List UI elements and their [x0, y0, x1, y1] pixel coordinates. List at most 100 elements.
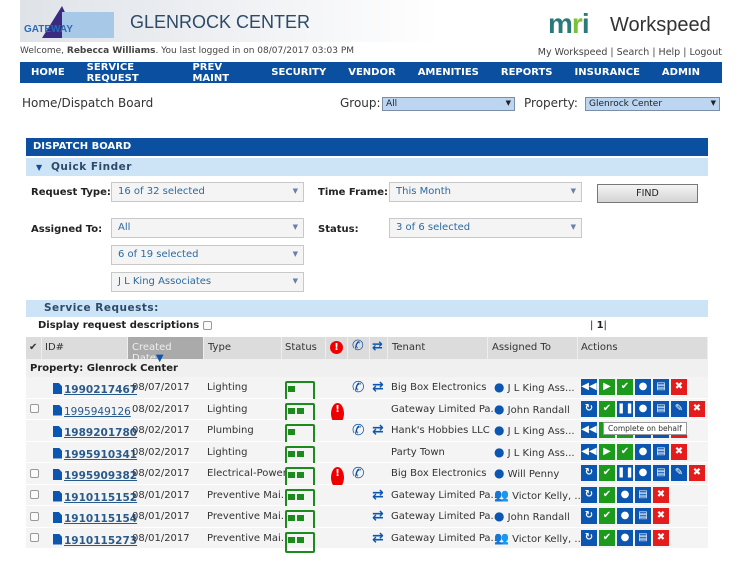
nav-vendor[interactable]: VENDOR: [348, 67, 395, 78]
edit-button[interactable]: ✎: [671, 400, 687, 417]
pause-button[interactable]: ❚❚: [617, 400, 634, 417]
refresh-button[interactable]: ↻: [581, 508, 597, 524]
transfer-icon[interactable]: ⇄: [372, 487, 384, 508]
rewind-button[interactable]: ◀◀: [581, 379, 597, 395]
nav-insurance[interactable]: INSURANCE: [575, 67, 640, 78]
print-button[interactable]: ▤: [653, 379, 669, 395]
person-icon: ●: [494, 380, 505, 394]
print-button[interactable]: ▤: [635, 486, 651, 503]
time-frame-dropdown[interactable]: This Month: [389, 182, 582, 202]
edit-button[interactable]: ✎: [671, 465, 687, 481]
comment-button[interactable]: ●: [635, 465, 651, 481]
select-all-check-icon[interactable]: ✔: [26, 337, 42, 359]
nav-home[interactable]: HOME: [31, 67, 65, 78]
col-status[interactable]: Status: [282, 337, 326, 359]
request-id-link[interactable]: 1910115273: [53, 533, 137, 555]
rewind-button[interactable]: ◀◀: [581, 422, 597, 438]
breadcrumb: Home/Dispatch Board: [22, 96, 154, 110]
link-logout[interactable]: Logout: [689, 47, 722, 58]
nav-admin[interactable]: ADMIN: [662, 67, 700, 78]
check-button[interactable]: ✔: [599, 486, 615, 503]
row-checkbox[interactable]: [30, 468, 39, 478]
check-button[interactable]: ✔: [599, 400, 615, 417]
row-checkbox[interactable]: [30, 511, 39, 521]
comment-button[interactable]: ●: [617, 529, 633, 546]
refresh-button[interactable]: ↻: [581, 400, 597, 417]
delete-button[interactable]: ✖: [653, 486, 669, 503]
check-button[interactable]: ✔: [617, 379, 633, 395]
nav-amenities[interactable]: AMENITIES: [418, 67, 479, 78]
group-select[interactable]: All: [382, 97, 515, 111]
delete-button[interactable]: ✖: [653, 529, 669, 546]
find-button[interactable]: FIND: [597, 184, 698, 203]
link-my-workspeed[interactable]: My Workspeed: [538, 47, 608, 58]
delete-button[interactable]: ✖: [689, 465, 705, 481]
col-type[interactable]: Type: [204, 337, 282, 359]
nav-security[interactable]: SECURITY: [271, 67, 326, 78]
rewind-button[interactable]: ◀◀: [581, 443, 597, 460]
actions: ↻ ✔ ❚❚ ● ▤ ✎ ✖: [581, 399, 707, 420]
comment-button[interactable]: ●: [635, 379, 651, 395]
nav-reports[interactable]: REPORTS: [501, 67, 553, 78]
col-created-date[interactable]: Created Date▼: [128, 337, 204, 364]
check-button[interactable]: ✔: [617, 443, 633, 460]
print-button[interactable]: ▤: [635, 529, 651, 546]
col-transfer[interactable]: ⇄: [370, 337, 388, 359]
col-phone[interactable]: ✆: [348, 337, 370, 359]
phone-icon[interactable]: ✆: [352, 421, 365, 442]
display-descriptions-checkbox[interactable]: [202, 320, 212, 330]
print-button[interactable]: ▤: [635, 508, 651, 524]
request-type-dropdown[interactable]: 16 of 32 selected: [111, 182, 304, 202]
refresh-button[interactable]: ↻: [581, 465, 597, 481]
phone-icon[interactable]: ✆: [352, 378, 365, 399]
refresh-button[interactable]: ↻: [581, 486, 597, 503]
row-checkbox[interactable]: [30, 404, 39, 413]
quick-finder-toggle[interactable]: ▼ Quick Finder: [26, 158, 708, 176]
status-dropdown[interactable]: 3 of 6 selected: [389, 218, 582, 238]
delete-button[interactable]: ✖: [653, 508, 669, 524]
delete-button[interactable]: ✖: [689, 400, 705, 417]
transfer-icon[interactable]: ⇄: [372, 379, 384, 400]
phone-icon[interactable]: ✆: [352, 464, 365, 485]
request-type: Preventive Mai...: [207, 532, 291, 544]
refresh-button[interactable]: ↻: [581, 529, 597, 546]
row-checkbox[interactable]: [30, 533, 39, 542]
phone-icon: ✆: [352, 338, 364, 354]
comment-button[interactable]: ●: [635, 443, 651, 460]
transfer-icon[interactable]: ⇄: [372, 422, 384, 443]
print-button[interactable]: ▤: [653, 465, 669, 481]
assigned-to-dropdown[interactable]: All: [111, 218, 304, 238]
col-id[interactable]: ID#: [42, 337, 128, 359]
check-button[interactable]: ✔: [599, 465, 615, 481]
print-button[interactable]: ▤: [653, 443, 669, 460]
pause-button[interactable]: ❚❚: [617, 465, 634, 481]
delete-button[interactable]: ✖: [671, 379, 687, 395]
play-button[interactable]: ▶: [599, 443, 615, 460]
link-search[interactable]: Search: [617, 47, 650, 58]
check-button[interactable]: ✔: [599, 508, 615, 524]
col-assigned[interactable]: Assigned To: [488, 337, 578, 359]
workspeed-logo: Workspeed: [610, 14, 711, 36]
assigned-vendors-dropdown[interactable]: 6 of 19 selected: [111, 245, 304, 265]
page-1-link[interactable]: 1: [597, 320, 604, 331]
sort-desc-icon: ▼: [155, 353, 164, 364]
col-alert[interactable]: !: [326, 337, 348, 359]
property-select[interactable]: Glenrock Center: [585, 97, 720, 111]
row-checkbox[interactable]: [30, 490, 39, 499]
delete-button[interactable]: ✖: [671, 443, 687, 460]
transfer-icon[interactable]: ⇄: [372, 508, 384, 529]
assigned-company-dropdown[interactable]: J L King Associates: [111, 272, 304, 292]
actions: ↻ ✔ ❚❚ ● ▤ ✎ ✖: [581, 463, 707, 484]
nav-service-request[interactable]: SERVICE REQUEST: [87, 62, 171, 84]
play-button[interactable]: ▶: [599, 379, 615, 395]
col-tenant[interactable]: Tenant: [388, 337, 488, 359]
check-button[interactable]: ✔: [599, 529, 615, 546]
group-row: Property: Glenrock Center: [26, 359, 708, 377]
comment-button[interactable]: ●: [617, 508, 633, 524]
comment-button[interactable]: ●: [635, 400, 651, 417]
print-button[interactable]: ▤: [653, 400, 669, 417]
comment-button[interactable]: ●: [617, 486, 633, 503]
transfer-icon[interactable]: ⇄: [372, 530, 384, 551]
link-help[interactable]: Help: [659, 47, 681, 58]
nav-prev-maint[interactable]: PREV MAINT: [192, 62, 249, 84]
